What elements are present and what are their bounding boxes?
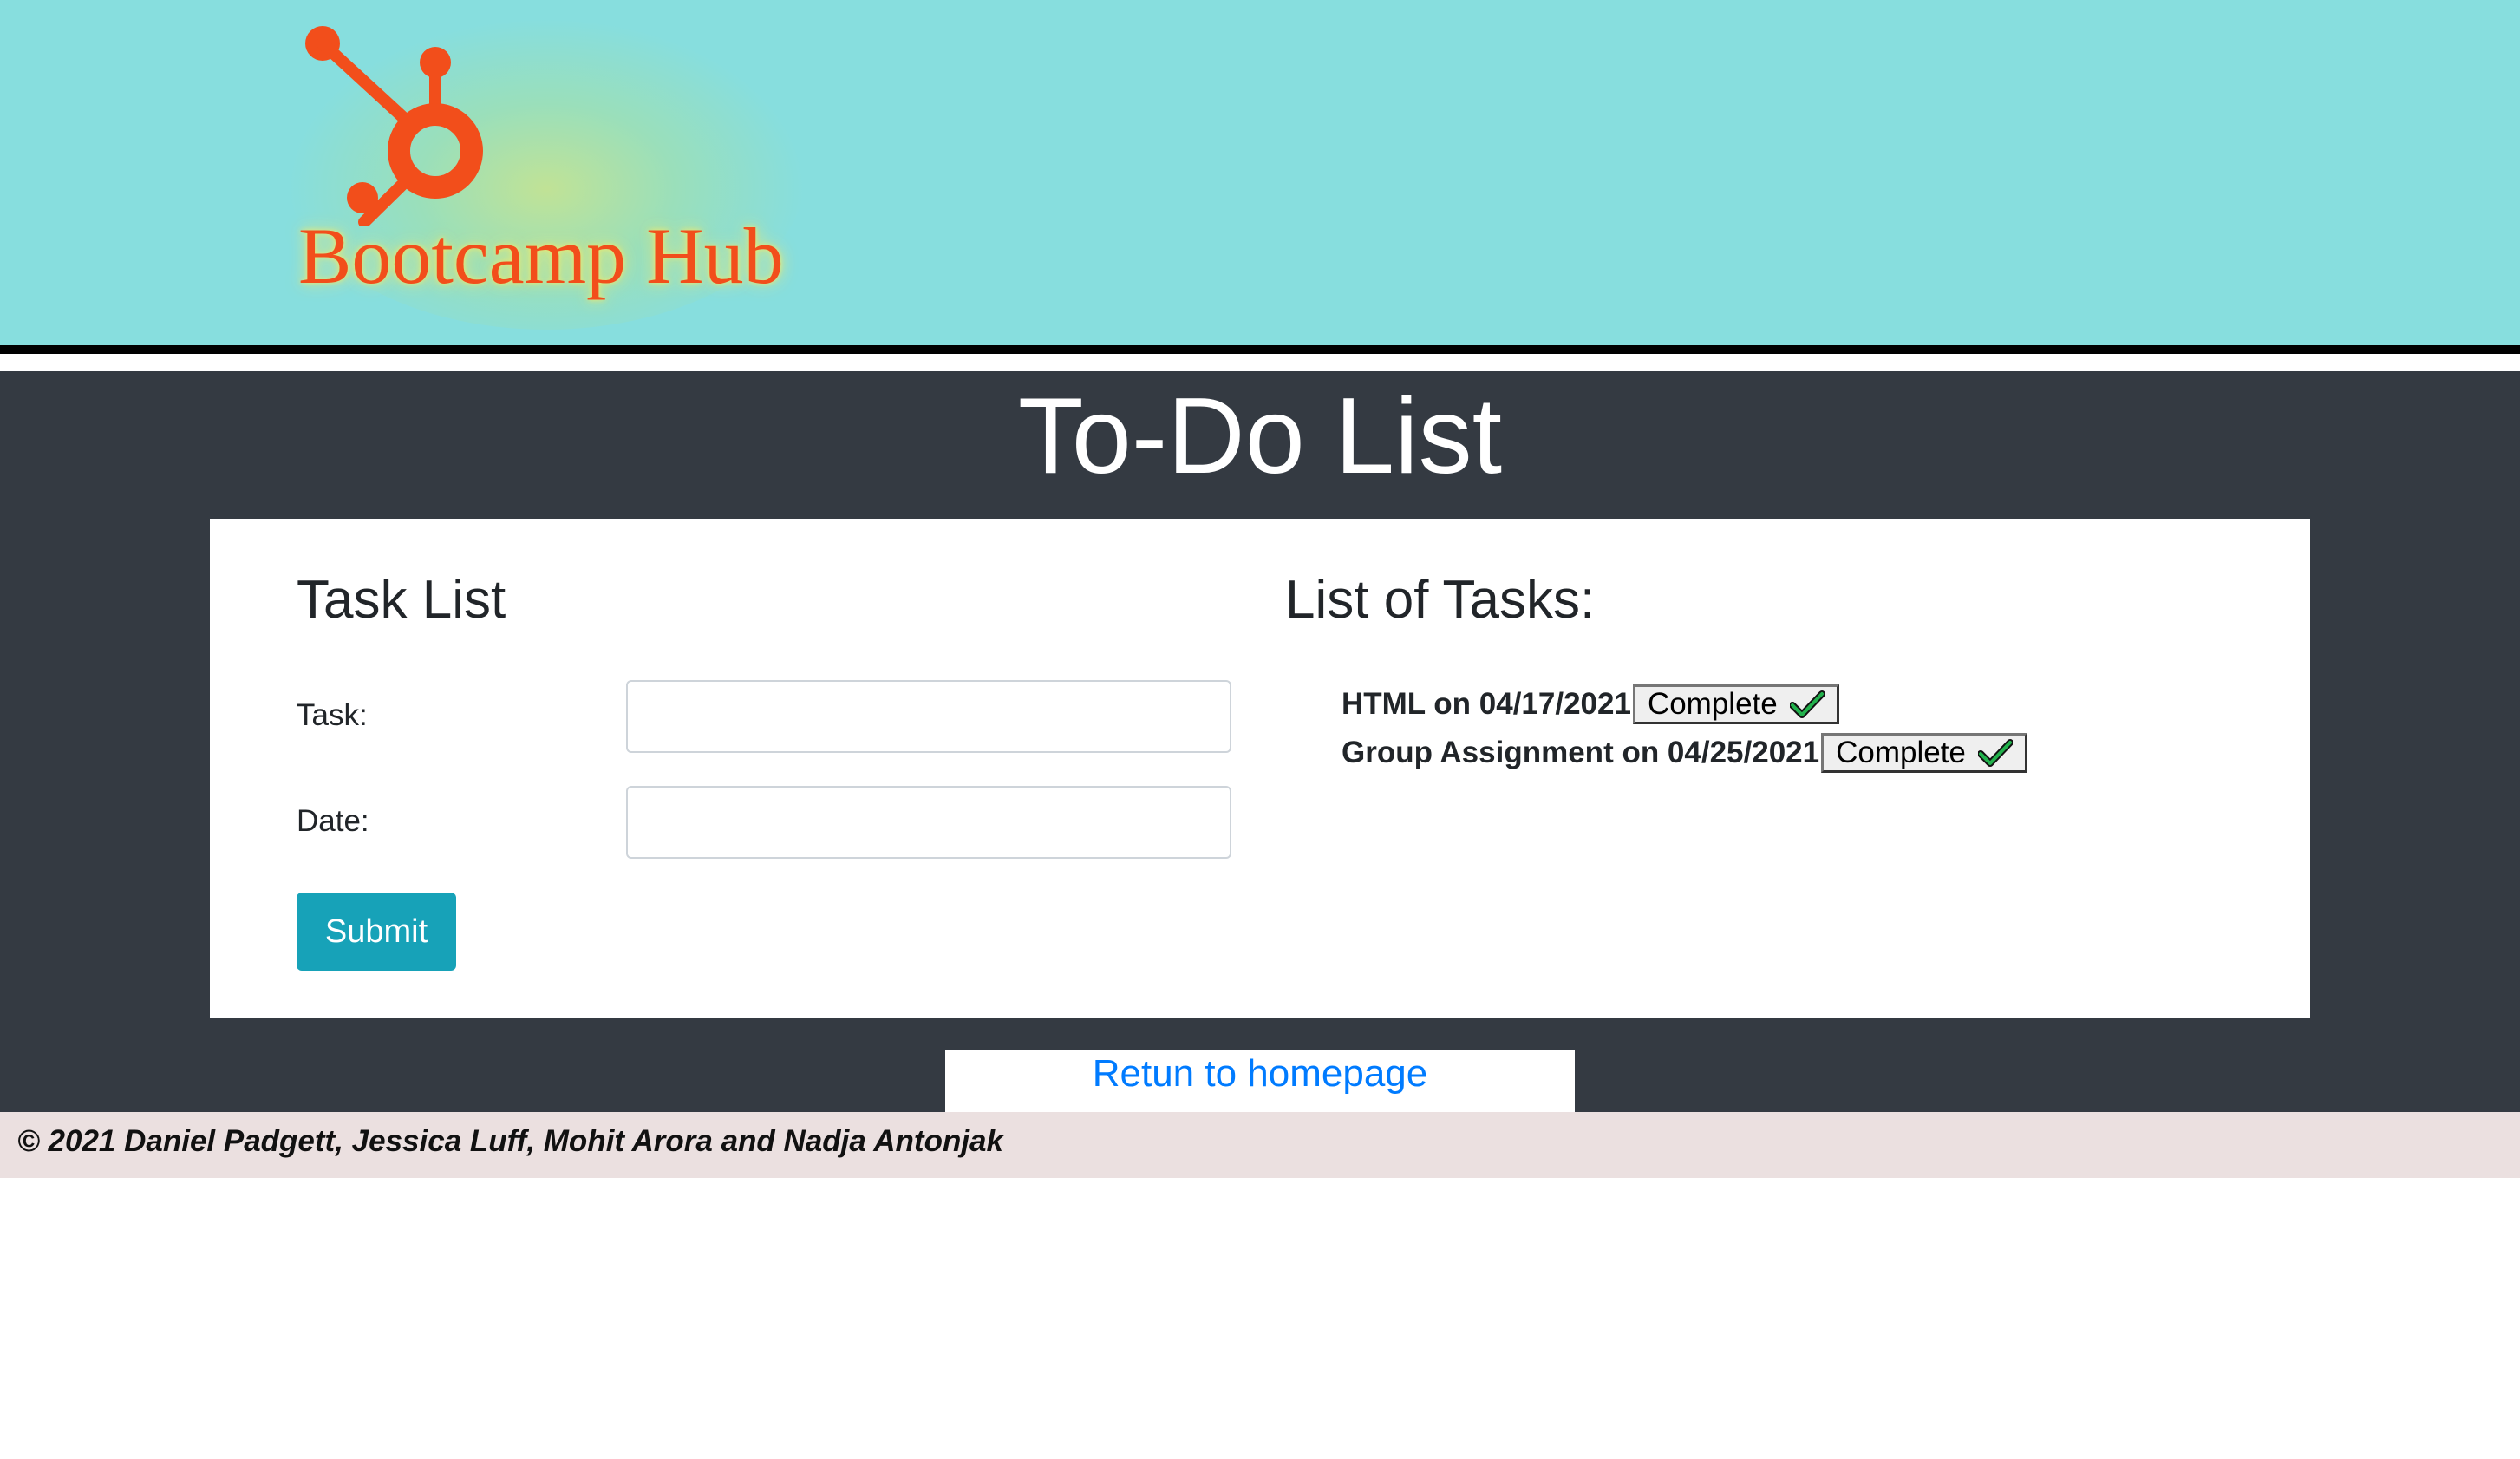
task-text: Group Assignment on 04/25/2021 [1342,736,1820,769]
footer-copyright: © 2021 Daniel Padgett, Jessica Luff, Moh… [17,1124,1003,1158]
complete-button[interactable]: Complete [1821,733,2027,773]
return-home-link[interactable]: Retun to homepage [1093,1052,1428,1095]
site-logo[interactable]: Bootcamp Hub [286,17,841,330]
task-input[interactable] [626,680,1231,753]
header-spacer [0,354,2520,371]
task-text: HTML on 04/17/2021 [1342,687,1631,721]
date-input[interactable] [626,786,1231,859]
complete-button[interactable]: Complete [1632,684,1839,724]
logo-text: Bootcamp Hub [298,212,784,300]
tasks-heading: List of Tasks: [1285,570,1596,630]
checkmark-icon [1789,690,1825,718]
date-label: Date: [297,804,369,838]
hubspot-sprocket-icon [305,26,483,226]
task-label: Task: [297,698,368,732]
form-heading: Task List [297,570,506,630]
page-title: To-Do List [1017,376,1503,496]
checkmark-icon [1977,739,2013,767]
header-divider [0,345,2520,354]
task-item: HTML on 04/17/2021 Complete [1342,684,1839,724]
submit-button[interactable]: Submit [297,893,456,971]
complete-button-label: Complete [1836,736,1966,769]
return-link-box: Retun to homepage [945,1050,1575,1112]
complete-button-label: Complete [1647,687,1778,721]
task-item: Group Assignment on 04/25/2021 Complete [1342,733,2027,773]
